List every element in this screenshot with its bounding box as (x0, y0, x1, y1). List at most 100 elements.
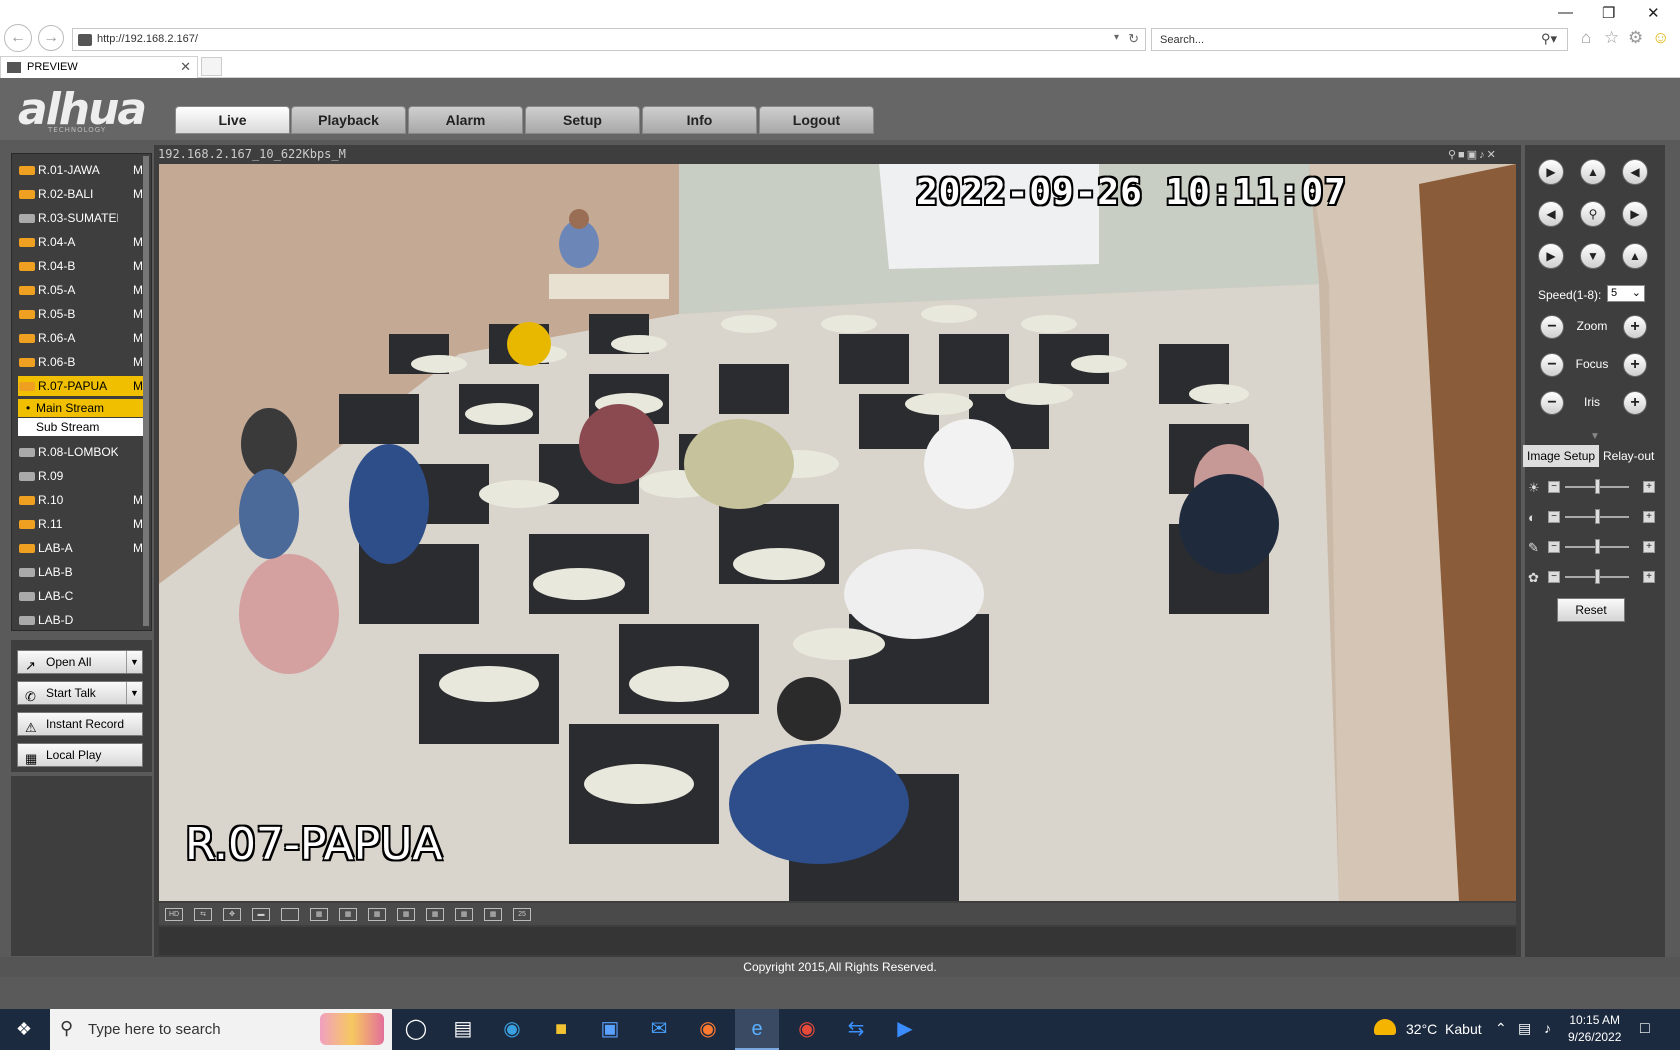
ptz-down-right-icon[interactable]: ▲ (1622, 243, 1648, 269)
saturation-knob[interactable] (1595, 539, 1600, 554)
zoom-out-button[interactable]: − (1540, 315, 1564, 339)
reset-button[interactable]: Reset (1557, 598, 1625, 622)
internet-explorer-icon[interactable]: e (735, 1009, 779, 1050)
channel-item[interactable]: R.05-B M (18, 304, 146, 324)
settings-gear-icon[interactable]: ⚙ (1628, 28, 1643, 48)
taskbar-search-box[interactable]: ⚲ Type here to search (50, 1009, 392, 1050)
brightness-knob[interactable] (1595, 479, 1600, 494)
nav-tab-info[interactable]: Info (642, 106, 757, 134)
layout-25-icon[interactable]: 25 (513, 908, 531, 921)
saturation-slider[interactable]: ✎ − + (1528, 538, 1663, 556)
teamviewer-icon[interactable]: ⇆ (834, 1009, 878, 1050)
channel-item[interactable]: LAB-C (18, 586, 146, 606)
channel-item[interactable]: R.07-PAPUA M (18, 376, 146, 396)
layout-13-icon[interactable]: ▦ (426, 908, 444, 921)
nav-tab-live[interactable]: Live (175, 106, 290, 134)
open-all-button[interactable]: ↗ Open All ▼ (17, 650, 143, 674)
nav-tab-playback[interactable]: Playback (291, 106, 406, 134)
hue-knob[interactable] (1595, 569, 1600, 584)
windows-start-icon[interactable]: ❖ (0, 1009, 48, 1050)
instant-record-button[interactable]: ⚠ Instant Record (17, 712, 143, 736)
back-icon[interactable]: ← (4, 24, 32, 52)
collapse-arrow-icon[interactable]: ▼ (1590, 431, 1600, 442)
channel-item[interactable]: R.06-B M (18, 352, 146, 372)
minimize-icon[interactable]: — (1558, 4, 1573, 21)
brightness-plus[interactable]: + (1643, 481, 1655, 493)
hue-plus[interactable]: + (1643, 571, 1655, 583)
ptz-up-icon[interactable]: ▲ (1580, 159, 1606, 185)
channel-item[interactable]: LAB-B (18, 562, 146, 582)
close-window-icon[interactable]: ✕ (1647, 4, 1660, 22)
ptz-down-left-icon[interactable]: ▶ (1538, 243, 1564, 269)
hd-icon[interactable]: HD (165, 908, 183, 921)
refresh-icon[interactable]: ↻ (1128, 31, 1139, 47)
tray-chevron-icon[interactable]: ⌃ (1495, 1020, 1507, 1037)
hue-slider[interactable]: ✿ − + (1528, 568, 1663, 586)
hue-minus[interactable]: − (1548, 571, 1560, 583)
open-all-dropdown-icon[interactable]: ▼ (126, 651, 142, 673)
ptz-up-left-icon[interactable]: ▶ (1538, 159, 1564, 185)
network-icon[interactable]: ▤ (1518, 1020, 1531, 1037)
search-icon[interactable]: ⚲▾ (1541, 31, 1557, 47)
tab-relay-out[interactable]: Relay-out (1599, 445, 1658, 467)
address-dropdown-icon[interactable]: ▾ (1114, 32, 1119, 43)
system-clock[interactable]: 10:15 AM 9/26/2022 (1568, 1012, 1621, 1046)
channel-item[interactable]: R.08-LOMBOK (18, 442, 146, 462)
contrast-slider[interactable]: ◐ − + (1528, 508, 1663, 526)
start-talk-dropdown-icon[interactable]: ▼ (126, 682, 142, 704)
start-talk-button[interactable]: ✆ Start Talk ▼ (17, 681, 143, 705)
zoom-in-button[interactable]: + (1623, 315, 1647, 339)
address-url[interactable]: http://192.168.2.167/ (97, 33, 198, 45)
new-tab-button[interactable] (201, 57, 222, 76)
file-explorer-icon[interactable]: ■ (539, 1009, 583, 1050)
cortana-icon[interactable]: ◯ (394, 1009, 438, 1050)
volume-icon[interactable]: ♪ (1544, 1020, 1551, 1036)
ptz-down-icon[interactable]: ▼ (1580, 243, 1606, 269)
iris-close-button[interactable]: − (1540, 391, 1564, 415)
saturation-plus[interactable]: + (1643, 541, 1655, 553)
nav-tab-setup[interactable]: Setup (525, 106, 640, 134)
speed-select[interactable]: 5 ⌄ (1607, 285, 1645, 302)
zoom-icon[interactable]: ⇆ (194, 908, 212, 921)
channel-item[interactable]: R.06-A M (18, 328, 146, 348)
brightness-slider[interactable]: ☀ − + (1528, 478, 1663, 496)
channel-item[interactable]: R.05-A M (18, 280, 146, 300)
store-icon[interactable]: ▣ (588, 1009, 632, 1050)
camera-video-feed[interactable]: 2022-09-26 10:11:07 R.07-PAPUA (159, 164, 1516, 901)
channel-item[interactable]: LAB-D (18, 610, 146, 630)
address-bar[interactable]: http://192.168.2.167/ ▾ ↻ (72, 28, 1146, 51)
mail-icon[interactable]: ✉ (637, 1009, 681, 1050)
weather-text[interactable]: 32°C Kabut (1406, 1021, 1482, 1037)
layout-8-icon[interactable]: ▦ (368, 908, 386, 921)
favorites-star-icon[interactable]: ☆ (1604, 28, 1619, 48)
forward-icon[interactable]: → (38, 25, 64, 51)
chrome-icon[interactable]: ◉ (785, 1009, 829, 1050)
channel-item[interactable]: R.03-SUMATERA (18, 208, 146, 228)
restore-icon[interactable]: ❐ (1602, 4, 1615, 22)
contrast-minus[interactable]: − (1548, 511, 1560, 523)
iris-open-button[interactable]: + (1623, 391, 1647, 415)
channel-list-scrollbar[interactable] (143, 156, 149, 626)
layout-9-icon[interactable]: ▦ (397, 908, 415, 921)
browser-tab-preview[interactable]: PREVIEW ✕ (0, 56, 198, 78)
ptz-left-icon[interactable]: ◀ (1538, 201, 1564, 227)
layout-wide-icon[interactable]: ▬ (252, 908, 270, 921)
nav-tab-logout[interactable]: Logout (759, 106, 874, 134)
layout-6-icon[interactable]: ▦ (339, 908, 357, 921)
channel-item[interactable]: R.01-JAWA M (18, 160, 146, 180)
browser-search-input[interactable]: Search... ⚲▾ (1151, 28, 1568, 51)
fullscreen-icon[interactable]: ✥ (223, 908, 241, 921)
layout-20-icon[interactable]: ▦ (484, 908, 502, 921)
ptz-3d-locate-icon[interactable]: ⚲ (1580, 201, 1606, 227)
sub-stream-option[interactable]: Sub Stream (18, 418, 146, 436)
zoom-app-icon[interactable]: ▶ (883, 1009, 927, 1050)
channel-item[interactable]: R.09 (18, 466, 146, 486)
channel-item[interactable]: R.04-B M (18, 256, 146, 276)
saturation-minus[interactable]: − (1548, 541, 1560, 553)
channel-item[interactable]: R.04-A M (18, 232, 146, 252)
layout-16-icon[interactable]: ▦ (455, 908, 473, 921)
notification-icon[interactable]: □ (1640, 1020, 1650, 1038)
firefox-icon[interactable]: ◉ (686, 1009, 730, 1050)
channel-item[interactable]: LAB-A M (18, 538, 146, 558)
feedback-smiley-icon[interactable]: ☺ (1652, 28, 1669, 48)
